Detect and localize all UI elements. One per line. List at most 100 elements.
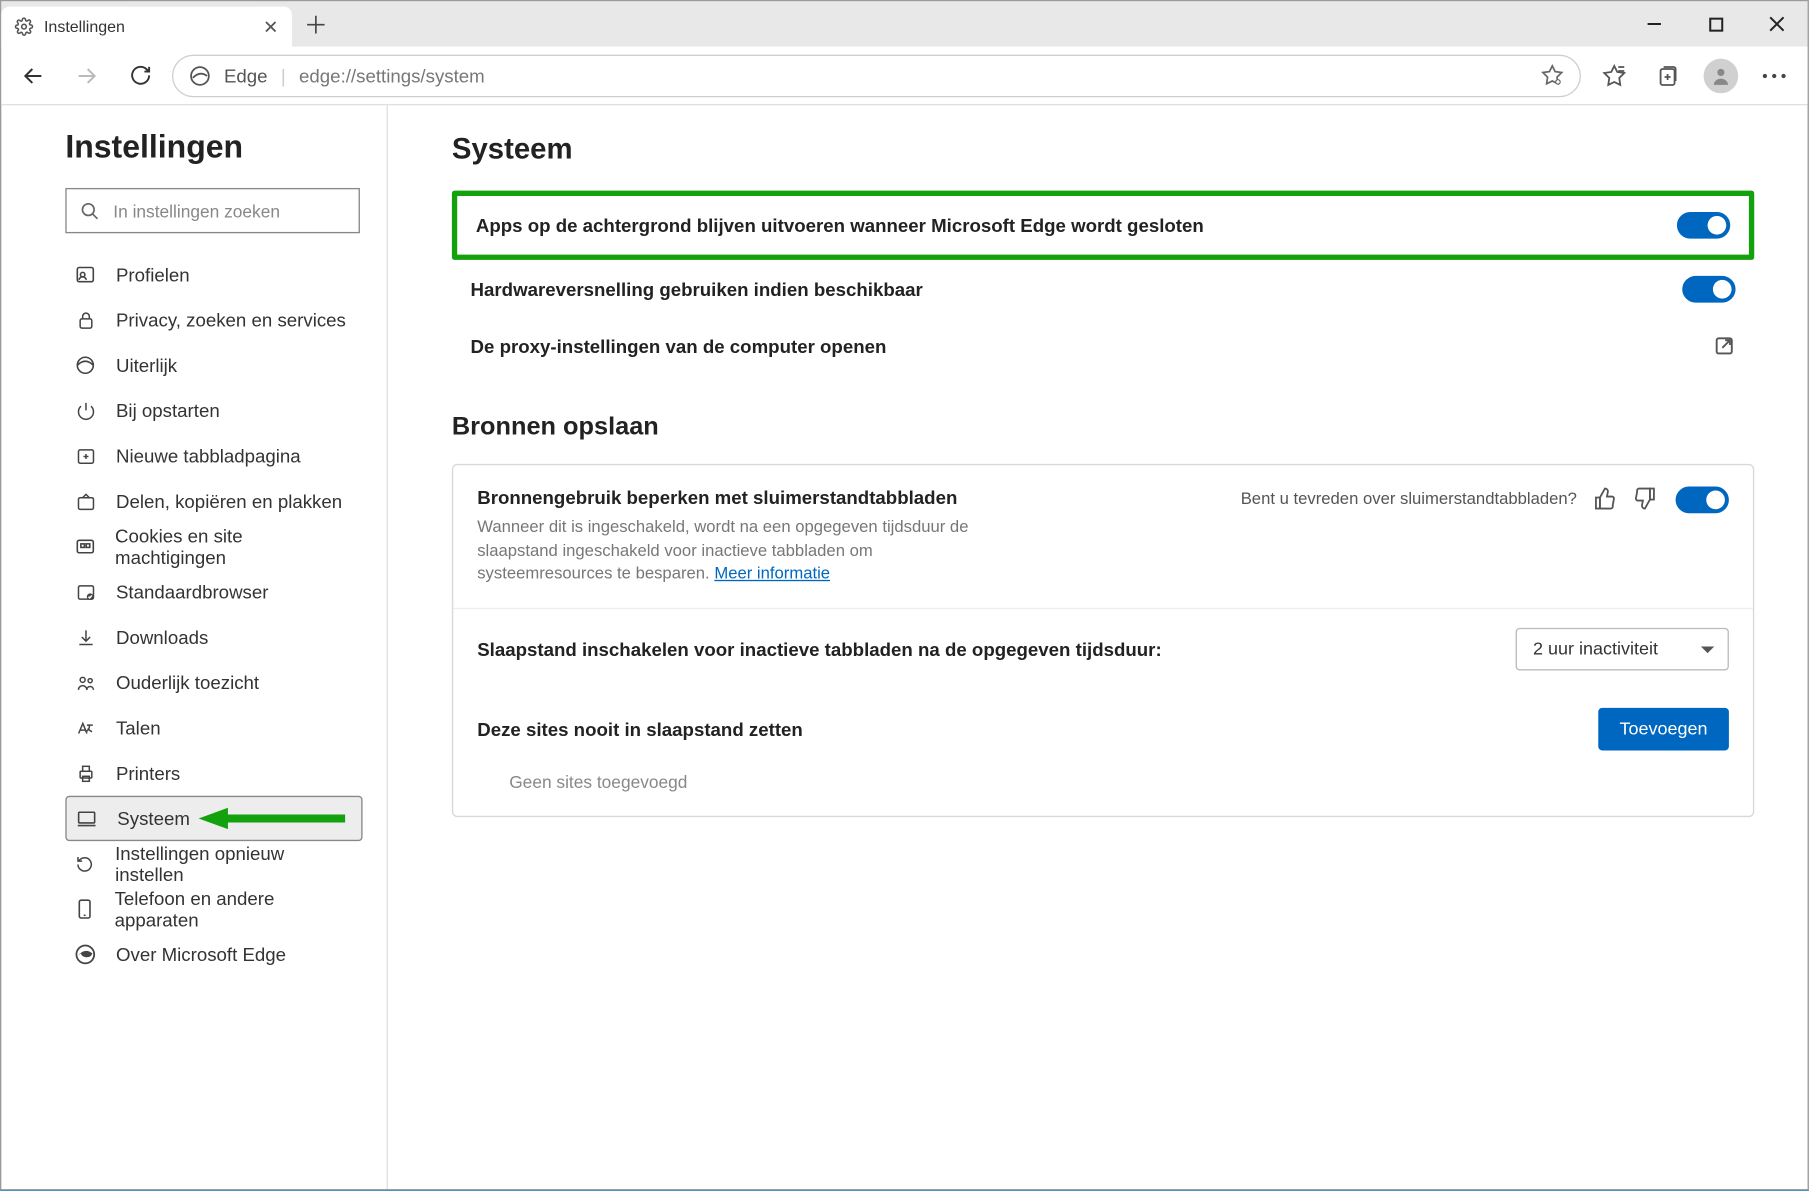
default-browser-icon: [73, 582, 97, 602]
card-title: Bronnengebruik beperken met sluimerstand…: [477, 487, 1240, 508]
appearance-icon: [73, 355, 97, 376]
never-sleep-empty: Geen sites toegevoegd: [477, 763, 1729, 796]
new-tab-button[interactable]: ＋: [292, 1, 340, 46]
sidebar-item-label: Telefoon en andere apparaten: [115, 888, 350, 931]
search-placeholder: In instellingen zoeken: [113, 201, 280, 221]
minimize-button[interactable]: [1624, 1, 1685, 46]
thumbs-down-button[interactable]: [1633, 487, 1657, 511]
sidebar-item-reset[interactable]: Instellingen opnieuw instellen: [65, 841, 362, 886]
sidebar-item-label: Printers: [116, 762, 180, 783]
sidebar-item-profiles[interactable]: Profielen: [65, 252, 362, 297]
profile-button[interactable]: [1698, 53, 1743, 98]
sidebar-item-label: Bij opstarten: [116, 400, 220, 421]
sidebar-item-label: Systeem: [117, 808, 190, 829]
toggle-background-apps[interactable]: [1677, 212, 1730, 239]
family-icon: [73, 672, 97, 692]
sidebar-item-privacy[interactable]: Privacy, zoeken en services: [65, 297, 362, 342]
sidebar-item-printers[interactable]: Printers: [65, 750, 362, 795]
sidebar-item-default[interactable]: Standaardbrowser: [65, 569, 362, 614]
browser-tab[interactable]: Instellingen ✕: [1, 7, 292, 47]
collections-button[interactable]: [1645, 53, 1690, 98]
maximize-button[interactable]: [1685, 1, 1746, 46]
add-site-button[interactable]: Toevoegen: [1598, 707, 1729, 750]
gear-icon: [15, 17, 34, 36]
sidebar-item-startup[interactable]: Bij opstarten: [65, 388, 362, 433]
sidebar-item-label: Profielen: [116, 264, 190, 285]
annotation-arrow-icon: [199, 805, 346, 832]
settings-main: Systeem Apps op de achtergrond blijven u…: [388, 105, 1808, 1189]
sidebar-item-appearance[interactable]: Uiterlijk: [65, 343, 362, 388]
settings-sidebar: Instellingen In instellingen zoeken Prof…: [1, 105, 388, 1189]
edge-logo-icon: [189, 65, 210, 86]
sidebar-item-phone[interactable]: Telefoon en andere apparaten: [65, 886, 362, 931]
toggle-hardware-accel[interactable]: [1682, 276, 1735, 303]
search-icon: [80, 201, 100, 221]
toggle-sleeping-tabs[interactable]: [1676, 487, 1729, 514]
sidebar-item-system[interactable]: Systeem: [65, 796, 362, 841]
learn-more-link[interactable]: Meer informatie: [714, 564, 830, 583]
browser-window: Instellingen ✕ ＋ Edge | edge://settings/…: [0, 0, 1809, 1190]
sidebar-item-languages[interactable]: Talen: [65, 705, 362, 750]
feedback-text: Bent u tevreden over sluimerstandtabblad…: [1241, 489, 1577, 508]
share-icon: [73, 491, 97, 511]
feedback-prompt: Bent u tevreden over sluimerstandtabblad…: [1241, 487, 1657, 511]
newtab-icon: [73, 446, 97, 466]
edge-icon: [73, 944, 97, 965]
sidebar-item-label: Downloads: [116, 627, 208, 648]
sidebar-item-label: Talen: [116, 717, 161, 738]
sidebar-item-family[interactable]: Ouderlijk toezicht: [65, 660, 362, 705]
close-tab-icon[interactable]: ✕: [263, 15, 279, 38]
phone-icon: [73, 898, 96, 919]
sidebar-item-label: Nieuwe tabbladpagina: [116, 445, 301, 466]
sleep-timeout-select[interactable]: 2 uur inactiviteit: [1516, 627, 1729, 670]
setting-label: Apps op de achtergrond blijven uitvoeren…: [476, 215, 1677, 236]
power-icon: [73, 401, 97, 421]
sidebar-item-newtab[interactable]: Nieuwe tabbladpagina: [65, 433, 362, 478]
thumbs-up-button[interactable]: [1593, 487, 1617, 511]
sidebar-item-label: Instellingen opnieuw instellen: [115, 842, 349, 885]
sidebar-item-label: Ouderlijk toezicht: [116, 672, 259, 693]
external-link-icon: [1713, 335, 1736, 358]
more-button[interactable]: [1752, 53, 1797, 98]
sleeping-tabs-card: Bronnengebruik beperken met sluimerstand…: [452, 464, 1754, 817]
sidebar-item-share[interactable]: Delen, kopiëren en plakken: [65, 479, 362, 524]
avatar-icon: [1704, 58, 1739, 93]
url-divider: |: [281, 65, 286, 86]
sidebar-item-label: Privacy, zoeken en services: [116, 309, 346, 330]
setting-row-proxy[interactable]: De proxy-instellingen van de computer op…: [452, 319, 1754, 374]
download-icon: [73, 627, 97, 647]
sidebar-item-about[interactable]: Over Microsoft Edge: [65, 932, 362, 977]
never-sleep-label: Deze sites nooit in slaapstand zetten: [477, 718, 1598, 739]
sidebar-title: Instellingen: [1, 129, 386, 188]
sidebar-item-label: Cookies en site machtigingen: [115, 525, 349, 568]
window-controls: [1624, 1, 1808, 46]
url-scheme-label: Edge: [224, 65, 268, 86]
sidebar-item-label: Standaardbrowser: [116, 581, 269, 602]
setting-row-hardware-accel: Hardwareversnelling gebruiken indien bes…: [452, 260, 1754, 319]
read-aloud-icon[interactable]: [1541, 64, 1564, 87]
sidebar-item-label: Over Microsoft Edge: [116, 944, 286, 965]
address-bar[interactable]: Edge | edge://settings/system: [172, 54, 1581, 97]
sidebar-item-cookies[interactable]: Cookies en site machtigingen: [65, 524, 362, 569]
sidebar-item-downloads[interactable]: Downloads: [65, 615, 362, 660]
close-window-button[interactable]: [1746, 1, 1807, 46]
settings-search-input[interactable]: In instellingen zoeken: [65, 188, 360, 233]
lock-icon: [73, 310, 97, 330]
sidebar-item-label: Uiterlijk: [116, 355, 177, 376]
never-sleep-row: Deze sites nooit in slaapstand zetten To…: [453, 688, 1753, 815]
refresh-button[interactable]: [119, 54, 162, 97]
content-area: Instellingen In instellingen zoeken Prof…: [1, 105, 1807, 1189]
tab-title: Instellingen: [44, 17, 125, 36]
favorites-button[interactable]: [1592, 53, 1637, 98]
titlebar: Instellingen ✕ ＋: [1, 1, 1807, 46]
reset-icon: [73, 854, 96, 874]
sleep-timeout-label: Slaapstand inschakelen voor inactieve ta…: [477, 638, 1515, 659]
language-icon: [73, 718, 97, 738]
card-description: Wanneer dit is ingeschakeld, wordt na ee…: [477, 516, 1010, 586]
page-heading: Systeem: [452, 132, 1754, 167]
forward-button[interactable]: [65, 54, 108, 97]
sleep-timeout-row: Slaapstand inschakelen voor inactieve ta…: [453, 609, 1753, 689]
setting-label: Hardwareversnelling gebruiken indien bes…: [471, 279, 1683, 300]
section-heading: Bronnen opslaan: [452, 413, 1754, 442]
back-button[interactable]: [12, 54, 55, 97]
